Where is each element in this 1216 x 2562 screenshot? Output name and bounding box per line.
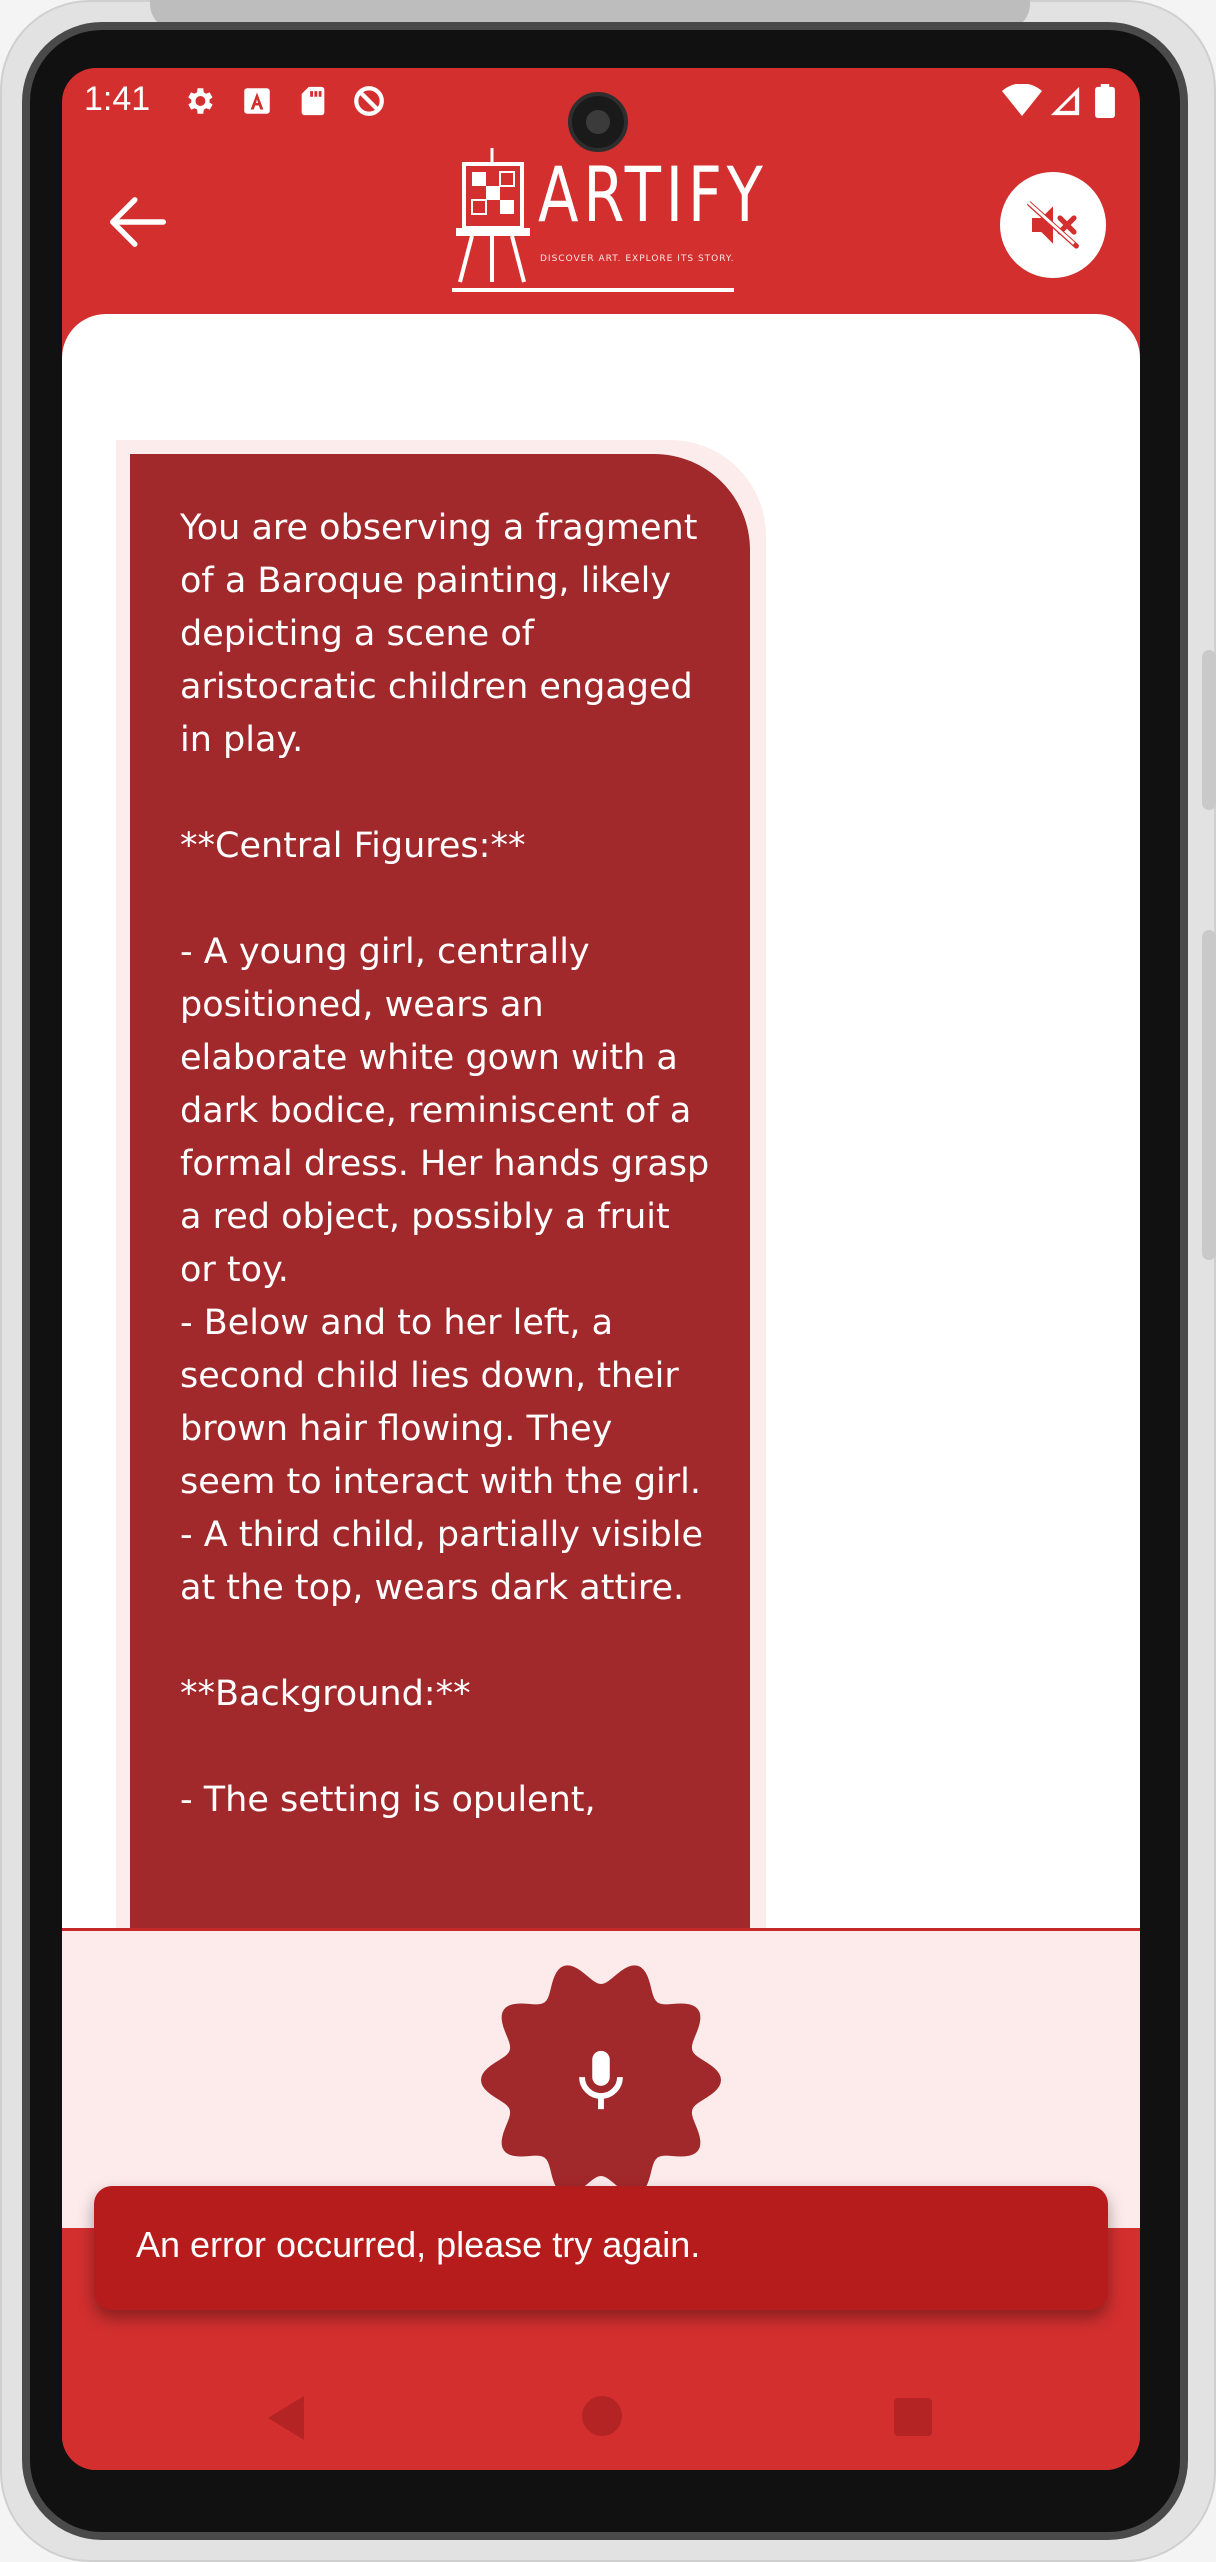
chat-area[interactable]: You are observing a fragment of a Baroqu… <box>62 314 1140 1928</box>
text-a-icon <box>240 84 274 118</box>
mute-button[interactable] <box>1000 172 1106 278</box>
do-not-disturb-icon <box>352 84 386 118</box>
device-power-button <box>1202 650 1216 810</box>
settings-icon <box>182 84 216 118</box>
snackbar-text: An error occurred, please try again. <box>136 2224 701 2265</box>
logo-underline <box>452 288 734 292</box>
volume-off-icon <box>1026 200 1079 249</box>
status-bar: 1:41 <box>62 68 1140 152</box>
battery-icon <box>1092 84 1118 118</box>
nav-back-icon[interactable] <box>268 2396 304 2440</box>
mic-panel <box>62 1928 1140 2228</box>
logo-name: ARTIFY <box>538 150 768 239</box>
emulator-stage: 1:41 ARTIFY DISCOVER ART. EXPLORE ITS ST… <box>0 0 1216 2562</box>
system-nav-bar <box>62 2368 1140 2470</box>
mic-button[interactable] <box>478 1957 724 2203</box>
nav-home-icon[interactable] <box>582 2396 622 2436</box>
arrow-back-icon <box>109 197 167 247</box>
logo-tagline: DISCOVER ART. EXPLORE ITS STORY. <box>540 254 735 264</box>
nav-recents-icon[interactable] <box>894 2398 932 2436</box>
error-snackbar: An error occurred, please try again. <box>94 2186 1108 2310</box>
device-volume-button <box>1202 930 1216 1260</box>
signal-icon <box>1048 84 1082 118</box>
message-bubble: You are observing a fragment of a Baroqu… <box>130 454 750 1928</box>
wifi-icon <box>1002 83 1042 118</box>
microphone-icon <box>579 2050 623 2110</box>
easel-icon <box>456 148 530 283</box>
app-bar: ARTIFY DISCOVER ART. EXPLORE ITS STORY. <box>62 134 1140 314</box>
app-logo: ARTIFY DISCOVER ART. EXPLORE ITS STORY. <box>450 144 763 304</box>
back-button[interactable] <box>100 184 176 260</box>
status-time: 1:41 <box>84 80 151 118</box>
sd-card-icon <box>296 84 330 118</box>
phone-screen: 1:41 ARTIFY DISCOVER ART. EXPLORE ITS ST… <box>62 68 1140 2470</box>
